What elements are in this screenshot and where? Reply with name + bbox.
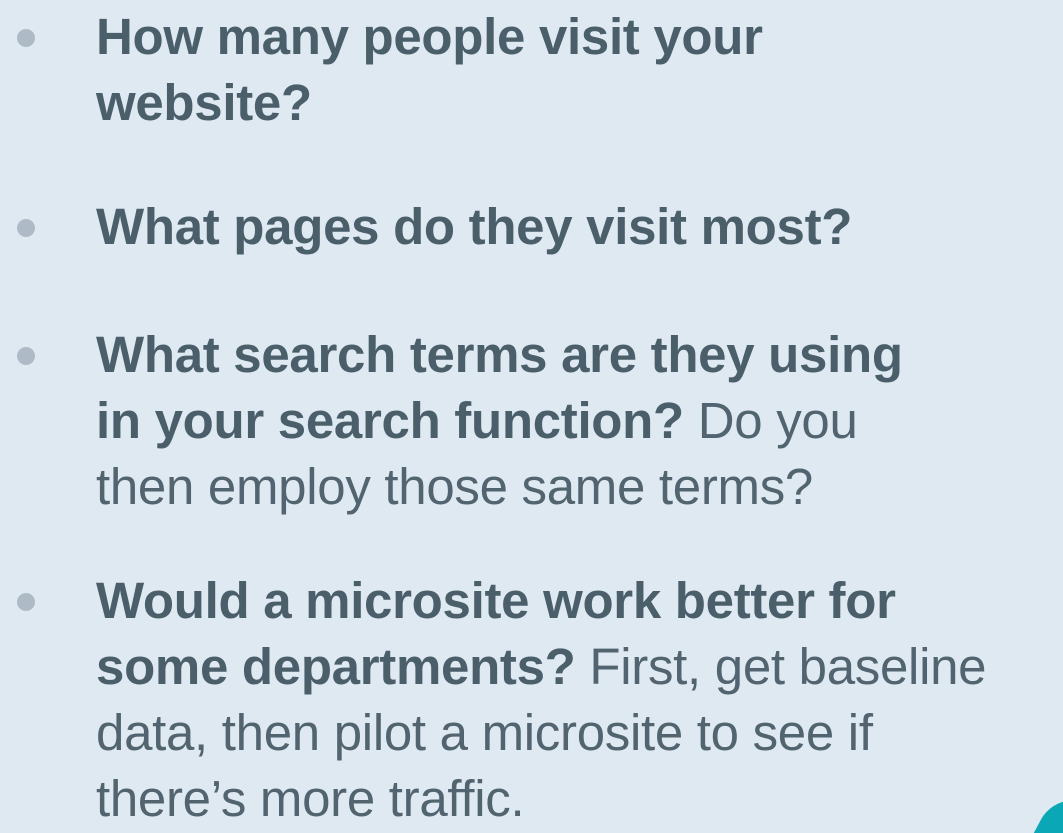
bullet-light-fragment: First, get baseline xyxy=(575,638,987,695)
bullet-dot-icon xyxy=(17,593,35,611)
bullet-bold-fragment: in your search function? xyxy=(96,392,684,449)
bullet-line-mixed: some departments? First, get baseline xyxy=(96,634,1056,700)
bullet-text: What search terms are they using in your… xyxy=(96,322,1056,520)
bullet-line: What search terms are they using xyxy=(96,326,903,383)
bullet-bold-fragment: some departments? xyxy=(96,638,576,695)
bullet-line: Would a microsite work better for xyxy=(96,572,896,629)
bullet-text: Would a microsite work better for some d… xyxy=(96,568,1056,832)
bullet-line: How many people visit your xyxy=(96,8,763,65)
bullet-line: then employ those same terms? xyxy=(96,458,813,515)
bullet-text: How many people visit your website? xyxy=(96,4,1056,136)
bullet-line: there’s more traffic. xyxy=(96,770,525,827)
bullet-line: data, then pilot a microsite to see if xyxy=(96,704,873,761)
bullet-text: What pages do they visit most? xyxy=(96,194,1056,260)
bullet-dot-icon xyxy=(17,29,35,47)
bullet-light-fragment: Do you xyxy=(683,392,858,449)
bullet-line-mixed: in your search function? Do you xyxy=(96,388,1056,454)
bullet-line: website? xyxy=(96,74,312,131)
bullet-dot-icon xyxy=(17,347,35,365)
slide: How many people visit your website? What… xyxy=(0,0,1063,833)
bullet-line: What pages do they visit most? xyxy=(96,198,853,255)
bullet-dot-icon xyxy=(17,219,35,237)
